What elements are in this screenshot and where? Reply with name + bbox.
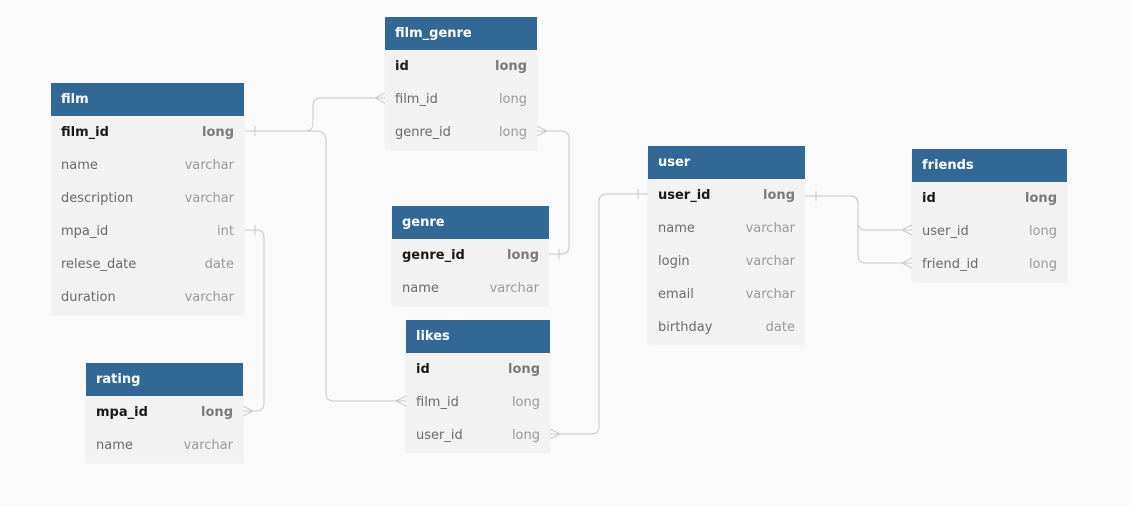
column-name: email bbox=[658, 287, 694, 302]
table-title: likes bbox=[406, 320, 550, 353]
column-name: name bbox=[402, 281, 439, 296]
table-title: film bbox=[51, 83, 244, 116]
column-row-name[interactable]: name varchar bbox=[648, 212, 805, 245]
column-row-user-id[interactable]: user_id long bbox=[648, 179, 805, 212]
column-name: genre_id bbox=[395, 125, 451, 140]
table-title: genre bbox=[392, 206, 549, 239]
column-row-user-id[interactable]: user_id long bbox=[406, 419, 550, 452]
column-row-id[interactable]: id long bbox=[385, 50, 537, 83]
column-type: long bbox=[1025, 191, 1057, 206]
table-film[interactable]: film film_id long name varchar description var… bbox=[51, 83, 244, 314]
column-row-login[interactable]: login varchar bbox=[648, 245, 805, 278]
table-film-genre[interactable]: film_genre id long film_id long genre_id long bbox=[385, 17, 537, 149]
column-type: long bbox=[201, 405, 233, 420]
column-name: film_id bbox=[61, 125, 109, 140]
column-type: varchar bbox=[489, 281, 539, 296]
column-name: film_id bbox=[416, 395, 459, 410]
column-name: film_id bbox=[395, 92, 438, 107]
table-user[interactable]: user user_id long name varchar login varchar em… bbox=[648, 146, 805, 344]
column-name: name bbox=[61, 158, 98, 173]
column-row-relese-date[interactable]: relese_date date bbox=[51, 248, 244, 281]
column-name: name bbox=[658, 221, 695, 236]
table-friends[interactable]: friends id long user_id long friend_id long bbox=[912, 149, 1067, 281]
column-type: varchar bbox=[184, 158, 234, 173]
column-name: user_id bbox=[416, 428, 463, 443]
column-type: long bbox=[507, 248, 539, 263]
column-row-name[interactable]: name varchar bbox=[392, 272, 549, 305]
column-name: friend_id bbox=[922, 257, 979, 272]
table-likes[interactable]: likes id long film_id long user_id long bbox=[406, 320, 550, 452]
table-title: friends bbox=[912, 149, 1067, 182]
column-type: long bbox=[1028, 224, 1057, 239]
column-row-film-id[interactable]: film_id long bbox=[51, 116, 244, 149]
column-type: varchar bbox=[184, 290, 234, 305]
column-name: relese_date bbox=[61, 257, 137, 272]
column-type: varchar bbox=[745, 221, 795, 236]
column-type: varchar bbox=[745, 287, 795, 302]
column-row-id[interactable]: id long bbox=[912, 182, 1067, 215]
column-name: mpa_id bbox=[96, 405, 148, 420]
table-genre[interactable]: genre genre_id long name varchar bbox=[392, 206, 549, 305]
column-name: name bbox=[96, 438, 133, 453]
column-name: birthday bbox=[658, 320, 713, 335]
table-title: film_genre bbox=[385, 17, 537, 50]
column-row-email[interactable]: email varchar bbox=[648, 278, 805, 311]
column-row-genre-id[interactable]: genre_id long bbox=[385, 116, 537, 149]
relation-film-film-genre bbox=[245, 97, 385, 132]
column-name: genre_id bbox=[402, 248, 465, 263]
column-row-name[interactable]: name varchar bbox=[51, 149, 244, 182]
column-type: int bbox=[217, 224, 234, 239]
column-type: long bbox=[498, 92, 527, 107]
column-type: long bbox=[1028, 257, 1057, 272]
column-type: long bbox=[511, 428, 540, 443]
column-type: varchar bbox=[183, 438, 233, 453]
column-row-user-id[interactable]: user_id long bbox=[912, 215, 1067, 248]
table-rating[interactable]: rating mpa_id long name varchar bbox=[86, 363, 243, 462]
column-type: varchar bbox=[745, 254, 795, 269]
column-name: duration bbox=[61, 290, 116, 305]
column-row-mpa-id[interactable]: mpa_id int bbox=[51, 215, 244, 248]
column-row-duration[interactable]: duration varchar bbox=[51, 281, 244, 314]
relation-user-likes bbox=[550, 193, 648, 435]
column-type: long bbox=[508, 362, 540, 377]
column-row-description[interactable]: description varchar bbox=[51, 182, 244, 215]
column-row-birthday[interactable]: birthday date bbox=[648, 311, 805, 344]
relation-film-likes bbox=[305, 130, 406, 402]
column-type: long bbox=[763, 188, 795, 203]
column-name: login bbox=[658, 254, 690, 269]
column-type: long bbox=[202, 125, 234, 140]
column-type: date bbox=[765, 320, 795, 335]
column-row-mpa-id[interactable]: mpa_id long bbox=[86, 396, 243, 429]
column-name: description bbox=[61, 191, 134, 206]
column-row-name[interactable]: name varchar bbox=[86, 429, 243, 462]
column-type: long bbox=[498, 125, 527, 140]
column-row-film-id[interactable]: film_id long bbox=[385, 83, 537, 116]
table-title: rating bbox=[86, 363, 243, 396]
column-row-id[interactable]: id long bbox=[406, 353, 550, 386]
column-type: varchar bbox=[184, 191, 234, 206]
column-row-friend-id[interactable]: friend_id long bbox=[912, 248, 1067, 281]
column-row-film-id[interactable]: film_id long bbox=[406, 386, 550, 419]
column-type: date bbox=[204, 257, 234, 272]
relation-rating-film bbox=[243, 229, 265, 412]
column-name: id bbox=[395, 59, 409, 74]
column-type: long bbox=[495, 59, 527, 74]
column-name: mpa_id bbox=[61, 224, 109, 239]
column-name: id bbox=[922, 191, 936, 206]
column-name: user_id bbox=[922, 224, 969, 239]
column-row-genre-id[interactable]: genre_id long bbox=[392, 239, 549, 272]
column-type: long bbox=[511, 395, 540, 410]
column-name: id bbox=[416, 362, 430, 377]
table-title: user bbox=[648, 146, 805, 179]
column-name: user_id bbox=[658, 188, 711, 203]
